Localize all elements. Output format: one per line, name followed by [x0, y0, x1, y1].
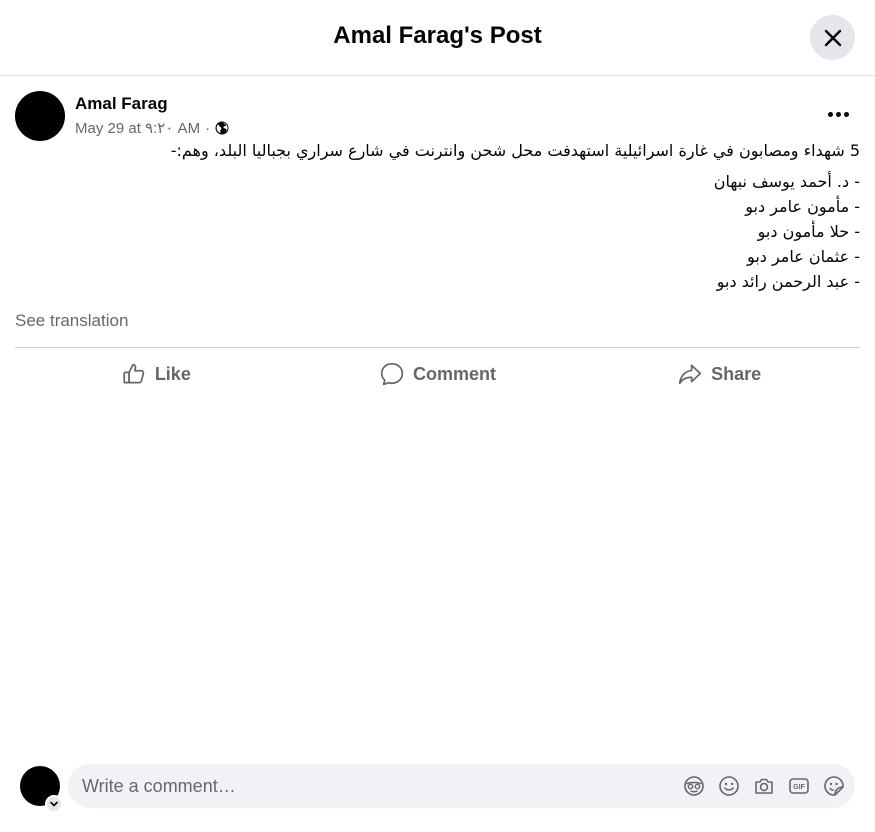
post-text-line: - د. أحمد يوسف نبهان: [713, 172, 860, 191]
camera-icon: [755, 778, 773, 794]
post-text-line: - مأمون عامر دبو: [745, 197, 860, 216]
gif-button[interactable]: GIF: [788, 775, 810, 797]
account-switch-badge[interactable]: [45, 795, 63, 813]
post-dialog-header: Amal Farag's Post: [0, 0, 875, 76]
globe-icon[interactable]: [215, 121, 229, 135]
actions-divider: [15, 347, 860, 348]
post-meta: May 29 at ٩:٢٠ AM ·: [75, 119, 229, 137]
comment-icon: [380, 362, 404, 386]
share-button[interactable]: Share: [578, 352, 860, 396]
like-icon: [123, 363, 145, 384]
post-timestamp[interactable]: May 29 at ٩:٢٠ AM: [75, 119, 200, 137]
post-actions-bar: Like Comment Share: [15, 352, 860, 396]
sticker-button[interactable]: [823, 775, 845, 797]
sticker-icon: [824, 776, 844, 796]
post-text-line: 5 شهداء ومصابون في غارة اسرائيلية استهدف…: [170, 141, 860, 160]
comment-composer: GIF: [68, 764, 855, 808]
composer-icon-bar: GIF: [683, 764, 845, 808]
dialog-title: Amal Farag's Post: [333, 22, 542, 49]
avatar-sticker-button[interactable]: [683, 775, 705, 797]
more-options-button[interactable]: [818, 100, 858, 128]
more-dot-icon: [843, 111, 849, 117]
post-text-line: - حلا مأمون دبو: [757, 222, 860, 241]
meta-separator: ·: [205, 119, 211, 137]
close-icon: [824, 29, 841, 46]
author-name[interactable]: Amal Farag: [75, 94, 168, 114]
gif-icon: GIF: [789, 778, 809, 794]
comment-label: Comment: [413, 363, 497, 384]
comment-input[interactable]: [82, 764, 662, 808]
camera-button[interactable]: [753, 775, 775, 797]
more-dot-icon: [827, 111, 833, 117]
svg-text:GIF: GIF: [793, 784, 805, 791]
author-avatar[interactable]: [15, 91, 65, 141]
avatar-sticker-icon: [684, 776, 704, 796]
more-dot-icon: [835, 111, 841, 117]
post-text-line: - عثمان عامر دبو: [747, 247, 860, 266]
share-icon: [678, 364, 702, 385]
see-translation-link[interactable]: See translation: [15, 311, 128, 331]
like-button[interactable]: Like: [15, 352, 297, 396]
comment-button[interactable]: Comment: [297, 352, 579, 396]
post-text-line: - عبد الرحمن رائد دبو: [716, 272, 860, 291]
share-label: Share: [711, 363, 762, 384]
emoji-icon: [719, 776, 739, 796]
chevron-down-icon: [50, 801, 58, 807]
emoji-button[interactable]: [718, 775, 740, 797]
like-label: Like: [154, 363, 191, 384]
close-button[interactable]: [810, 15, 855, 60]
post-text: 5 شهداء ومصابون في غارة اسرائيلية استهدف…: [15, 140, 860, 296]
